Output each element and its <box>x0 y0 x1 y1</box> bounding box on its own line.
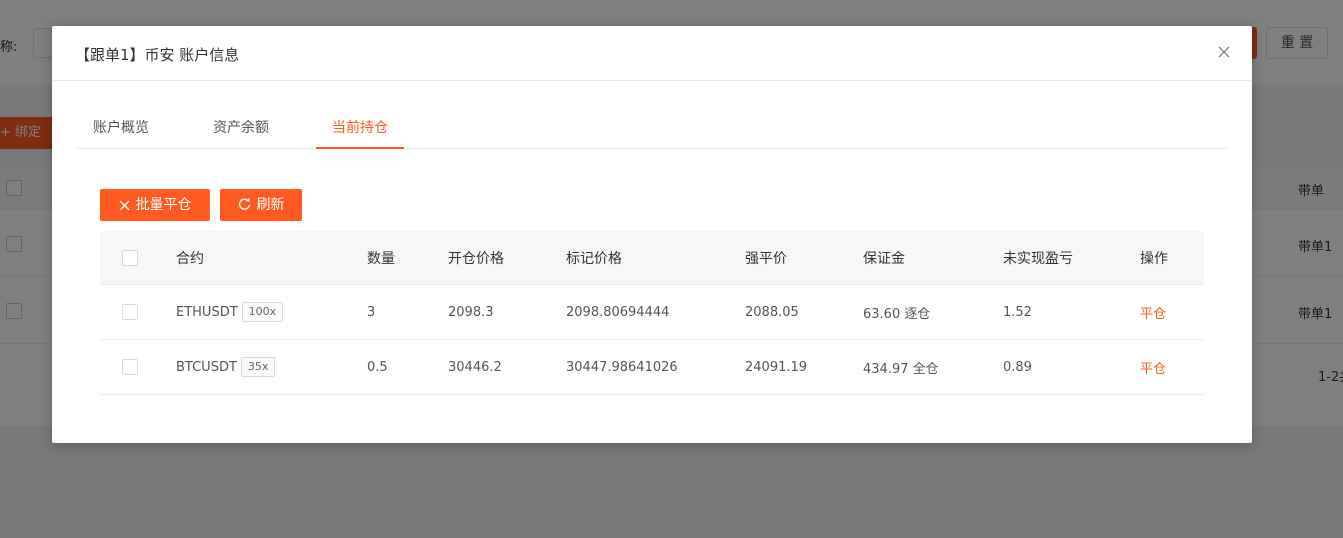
header-mark-price: 标记价格 <box>566 250 622 267</box>
mark-price-cell: 2098.80694444 <box>566 304 670 320</box>
contract-symbol: BTCUSDT <box>176 359 237 375</box>
dialog-header: 【跟单1】币安 账户信息 <box>52 26 1252 81</box>
header-margin: 保证金 <box>863 250 905 267</box>
refresh-button[interactable]: 刷新 <box>220 189 302 221</box>
quantity-cell: 3 <box>367 304 376 320</box>
row-checkbox[interactable] <box>122 304 138 320</box>
header-quantity: 数量 <box>367 250 395 267</box>
refresh-icon <box>238 198 250 210</box>
batch-close-label: 批量平仓 <box>135 197 192 213</box>
row-checkbox[interactable] <box>122 359 138 375</box>
leverage-badge: 100x <box>241 302 284 322</box>
header-liquidation-price: 强平价 <box>745 250 787 267</box>
liquidation-price-cell: 24091.19 <box>745 359 808 375</box>
table-row: BTCUSDT 35x 0.5 30446.2 30447.98641026 2… <box>100 340 1204 395</box>
header-unrealized-pnl: 未实现盈亏 <box>1003 250 1073 267</box>
open-price-cell: 2098.3 <box>448 304 494 320</box>
close-position-link[interactable]: 平仓 <box>1140 285 1166 339</box>
liquidation-price-cell: 2088.05 <box>745 304 799 320</box>
contract-cell: ETHUSDT 100x <box>176 285 284 339</box>
table-row: ETHUSDT 100x 3 2098.3 2098.80694444 2088… <box>100 285 1204 340</box>
header-action: 操作 <box>1140 250 1168 267</box>
refresh-label: 刷新 <box>256 197 285 213</box>
close-position-link[interactable]: 平仓 <box>1140 340 1166 394</box>
unrealized-pnl-cell: 1.52 <box>1003 304 1032 320</box>
table-header: 合约 数量 开仓价格 标记价格 强平价 保证金 未实现盈亏 操作 <box>100 231 1204 285</box>
mark-price-cell: 30447.98641026 <box>566 359 678 375</box>
tab-asset-balance[interactable]: 资产余额 <box>197 112 285 149</box>
contract-symbol: ETHUSDT <box>176 304 238 320</box>
tab-account-overview[interactable]: 账户概览 <box>77 112 165 149</box>
batch-close-button[interactable]: 批量平仓 <box>100 189 210 221</box>
tab-current-positions[interactable]: 当前持仓 <box>316 112 404 149</box>
quantity-cell: 0.5 <box>367 359 388 375</box>
select-all-checkbox[interactable] <box>122 249 138 266</box>
open-price-cell: 30446.2 <box>448 359 502 375</box>
leverage-badge: 35x <box>240 357 276 377</box>
tab-bar: 账户概览 资产余额 当前持仓 <box>77 112 1227 149</box>
contract-cell: BTCUSDT 35x <box>176 340 276 394</box>
header-open-price: 开仓价格 <box>448 250 504 267</box>
account-info-dialog: 【跟单1】币安 账户信息 账户概览 资产余额 当前持仓 批量平仓 刷新 合约 数… <box>52 26 1252 443</box>
header-contract: 合约 <box>176 250 204 267</box>
close-x-icon <box>119 200 129 211</box>
dialog-title: 【跟单1】币安 账户信息 <box>75 46 240 64</box>
margin-cell: 63.60 逐仓 <box>863 306 931 322</box>
close-icon[interactable] <box>1216 44 1232 60</box>
unrealized-pnl-cell: 0.89 <box>1003 359 1032 375</box>
margin-cell: 434.97 全仓 <box>863 361 939 377</box>
